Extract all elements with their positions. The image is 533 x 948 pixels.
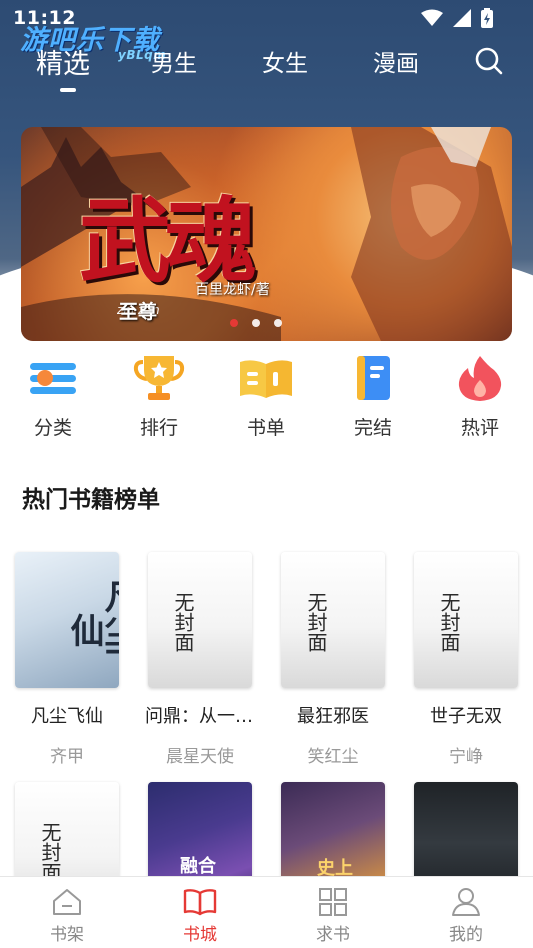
category-row: 分类 排行 书单 完结 热评: [0, 352, 533, 452]
nav-bookstore[interactable]: 书城: [160, 887, 240, 945]
bookshelf-icon: [53, 889, 81, 915]
category-ranking[interactable]: 排行: [119, 352, 199, 440]
category-label: 热评: [460, 417, 499, 439]
tab-active-indicator: [60, 88, 76, 92]
top-tabs: 精选 男生 女生 漫画: [0, 40, 533, 90]
category-booklist[interactable]: 书单: [226, 352, 306, 440]
category-icon: [30, 363, 76, 394]
book-title: 世子无双: [430, 706, 502, 727]
book-author: 齐甲: [50, 747, 84, 767]
banner-dot-active[interactable]: [230, 319, 238, 327]
banner-dot[interactable]: [252, 319, 260, 327]
book-title: 问鼎：从一等…: [145, 706, 255, 727]
banner-carousel[interactable]: 武魂 zhi zūn 至尊 百里龙虾/著: [21, 127, 512, 341]
tab-comics[interactable]: 漫画: [373, 44, 419, 78]
book-card[interactable]: 无封面 问鼎：从一等… 晨星天使: [145, 552, 255, 767]
book-title: 最狂邪医: [297, 706, 369, 727]
book-author: 笑红尘: [307, 747, 359, 767]
trophy-icon: [133, 356, 185, 400]
book-cover: 无封面: [148, 552, 252, 688]
book-title: 凡尘飞仙: [31, 706, 103, 727]
book-cover: 无封面: [281, 552, 385, 688]
banner-pagination: [230, 319, 282, 327]
banner-author: 百里龙虾/著: [195, 282, 270, 298]
book-cover: 凡尘飞仙: [15, 552, 119, 688]
book-card[interactable]: 无封面 世子无双 宁峥: [411, 552, 521, 767]
cover-title: 无封面: [38, 822, 62, 882]
tab-featured[interactable]: 精选: [36, 42, 90, 81]
cover-title: 无封面: [437, 592, 461, 652]
nav-request[interactable]: 求书: [293, 887, 373, 945]
book-list-icon: [240, 360, 292, 398]
cover-title: 无封面: [171, 592, 195, 652]
profile-icon: [452, 888, 480, 916]
status-icons: [421, 8, 493, 28]
book-cover: 无封面: [414, 552, 518, 688]
cover-title: 融合: [180, 856, 216, 877]
book-card[interactable]: 凡尘飞仙 凡尘飞仙 齐甲: [12, 552, 122, 767]
tab-male[interactable]: 男生: [151, 44, 197, 78]
category-label: 完结: [353, 417, 392, 439]
category-finished[interactable]: 完结: [333, 352, 413, 440]
bookstore-icon: [183, 889, 217, 916]
bottom-nav: 书架 书城 求书 我的: [0, 876, 533, 948]
banner-dot[interactable]: [274, 319, 282, 327]
nav-bookshelf[interactable]: 书架: [27, 887, 107, 945]
nav-profile[interactable]: 我的: [426, 887, 506, 945]
battery-icon: [481, 8, 493, 28]
section-title: 热门书籍榜单: [22, 487, 160, 513]
book-author: 宁峥: [449, 747, 483, 767]
cover-title: 凡尘飞仙: [64, 579, 119, 681]
book-author: 晨星天使: [166, 747, 234, 767]
nav-label: 我的: [449, 925, 483, 945]
book-card[interactable]: 无封面 最狂邪医 笑红尘: [278, 552, 388, 767]
category-label: 书单: [246, 417, 285, 439]
finished-book-icon: [357, 356, 390, 400]
search-icon[interactable]: [474, 46, 504, 76]
category-label: 排行: [139, 417, 178, 439]
signal-icon: [453, 9, 471, 27]
flame-icon: [458, 356, 502, 401]
category-label: 分类: [33, 417, 72, 439]
wifi-icon: [421, 9, 443, 26]
tab-female[interactable]: 女生: [262, 44, 308, 78]
cover-title: 无封面: [304, 592, 328, 652]
banner-subtitle: 至尊: [119, 301, 158, 323]
nav-label: 求书: [316, 925, 350, 945]
nav-label: 书城: [183, 925, 217, 945]
category-classify[interactable]: 分类: [13, 352, 93, 440]
request-book-icon: [319, 888, 347, 916]
category-hot-reviews[interactable]: 热评: [440, 352, 520, 440]
nav-label: 书架: [50, 925, 84, 945]
